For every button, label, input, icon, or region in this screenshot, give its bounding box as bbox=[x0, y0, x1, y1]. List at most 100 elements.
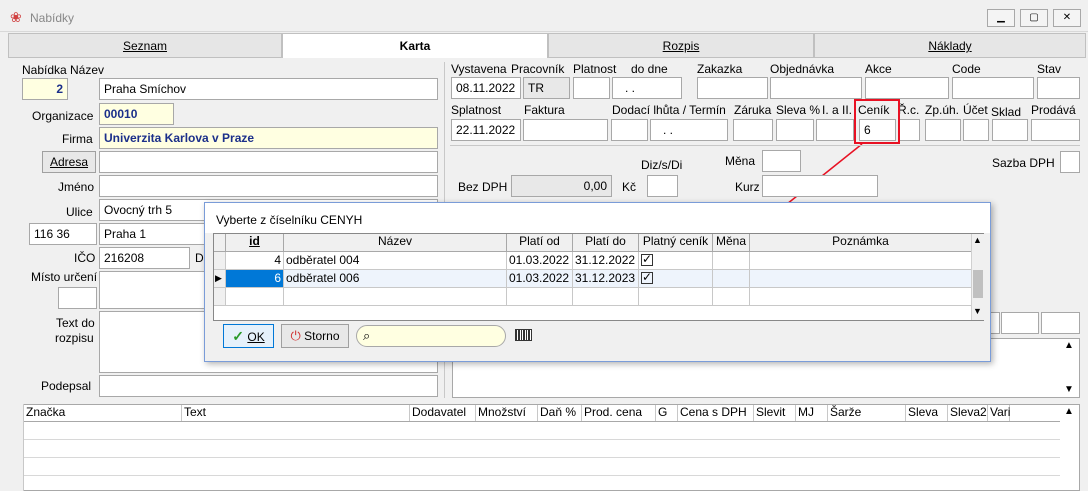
kurz-field[interactable] bbox=[762, 175, 878, 197]
checkbox-checked-icon[interactable] bbox=[641, 270, 653, 284]
dodaci-lhuta-field[interactable] bbox=[611, 119, 648, 141]
note-scroll-down-icon[interactable]: ▼ bbox=[1064, 384, 1074, 395]
items-grid-scroll-up-icon[interactable]: ▲ bbox=[1064, 406, 1074, 417]
ok-button[interactable]: ✓ OK bbox=[223, 324, 274, 348]
scroll-down-icon[interactable]: ▼ bbox=[973, 306, 982, 316]
tab-karta[interactable]: Karta bbox=[282, 33, 548, 58]
tab-seznam[interactable]: Seznam bbox=[8, 33, 282, 58]
splatnost-field[interactable]: 22.11.2022 bbox=[451, 119, 521, 141]
podepsal-field[interactable] bbox=[99, 375, 438, 397]
cell-nazev[interactable]: odběratel 004 bbox=[284, 252, 507, 270]
do-dne-field[interactable]: . . bbox=[612, 77, 682, 99]
cell-platny-cenik[interactable] bbox=[639, 252, 713, 270]
sazba-dph-field[interactable] bbox=[1060, 151, 1080, 173]
empty-cell[interactable] bbox=[573, 288, 639, 306]
col-znacka[interactable]: Značka bbox=[24, 405, 182, 422]
tab-rozpis[interactable]: Rozpis bbox=[548, 33, 814, 58]
psc-field[interactable]: 116 36 bbox=[29, 223, 97, 245]
col-cena-s-dph[interactable]: Cena s DPH bbox=[678, 405, 754, 422]
diz-field[interactable] bbox=[647, 175, 678, 197]
col-dodavatel[interactable]: Dodavatel bbox=[410, 405, 476, 422]
search-box[interactable]: ⌕ bbox=[356, 325, 506, 347]
col-mnozstvi[interactable]: Množství bbox=[476, 405, 538, 422]
barcode-icon[interactable] bbox=[515, 329, 532, 341]
col-sleva[interactable]: Sleva bbox=[906, 405, 948, 422]
empty-cell[interactable] bbox=[713, 288, 750, 306]
nazev-field[interactable]: Praha Smíchov bbox=[99, 78, 438, 100]
row-indicator[interactable] bbox=[214, 288, 226, 306]
l-a-ll-field[interactable] bbox=[816, 119, 854, 141]
col-text[interactable]: Text bbox=[182, 405, 410, 422]
col-mj[interactable]: MJ bbox=[796, 405, 828, 422]
nabidka-number-field[interactable]: 2 bbox=[22, 78, 68, 100]
empty-cell[interactable] bbox=[507, 288, 573, 306]
code-field[interactable] bbox=[952, 77, 1034, 99]
scroll-up-icon[interactable]: ▲ bbox=[973, 235, 982, 245]
empty-cell[interactable] bbox=[226, 288, 284, 306]
zaruka-field[interactable] bbox=[733, 119, 773, 141]
cell-mena[interactable] bbox=[713, 270, 750, 288]
hidden-field-1[interactable] bbox=[990, 312, 1000, 334]
col-sleva2[interactable]: Sleva2 bbox=[948, 405, 988, 422]
hidden-field-3[interactable] bbox=[1041, 312, 1080, 334]
sleva-field[interactable] bbox=[776, 119, 814, 141]
minimize-button[interactable]: ▁ bbox=[987, 9, 1015, 27]
empty-cell[interactable] bbox=[750, 288, 972, 306]
col-plati-od[interactable]: Platí od bbox=[507, 234, 573, 252]
adresa-field[interactable] bbox=[99, 151, 438, 173]
cell-nazev[interactable]: odběratel 006 bbox=[284, 270, 507, 288]
zakazka-field[interactable] bbox=[697, 77, 768, 99]
adresa-button[interactable]: Adresa bbox=[42, 151, 96, 173]
zpuh-field[interactable] bbox=[925, 119, 961, 141]
cell-plati-do[interactable]: 31.12.2022 bbox=[573, 252, 639, 270]
rc-field[interactable] bbox=[898, 119, 920, 141]
checkbox-checked-icon[interactable] bbox=[641, 252, 653, 266]
platnost-field[interactable] bbox=[573, 77, 610, 99]
storno-button[interactable]: ⏻ Storno bbox=[281, 324, 349, 348]
organizace-field[interactable]: 00010 bbox=[99, 103, 174, 125]
ucet-field[interactable] bbox=[963, 119, 989, 141]
search-input[interactable] bbox=[379, 328, 499, 344]
col-prod-cena[interactable]: Prod. cena bbox=[582, 405, 656, 422]
col-slevit[interactable]: Slevit bbox=[754, 405, 796, 422]
firma-field[interactable]: Univerzita Karlova v Praze bbox=[99, 127, 438, 149]
scroll-thumb[interactable] bbox=[973, 270, 983, 298]
cell-plati-od[interactable]: 01.03.2022 bbox=[507, 252, 573, 270]
empty-cell[interactable] bbox=[284, 288, 507, 306]
akce-field[interactable] bbox=[865, 77, 949, 99]
close-button[interactable]: ✕ bbox=[1053, 9, 1081, 27]
cell-mena[interactable] bbox=[713, 252, 750, 270]
pracovnik-field[interactable]: TR bbox=[523, 77, 570, 99]
stav-field[interactable] bbox=[1037, 77, 1080, 99]
prodava-field[interactable] bbox=[1031, 119, 1080, 141]
col-nazev[interactable]: Název bbox=[284, 234, 507, 252]
note-scroll-up-icon[interactable]: ▲ bbox=[1064, 340, 1074, 351]
col-vari[interactable]: Vari bbox=[988, 405, 1010, 422]
sklad-field[interactable] bbox=[992, 119, 1028, 141]
jmeno-field[interactable] bbox=[99, 175, 438, 197]
row-indicator[interactable] bbox=[214, 252, 226, 270]
objednavka-field[interactable] bbox=[770, 77, 862, 99]
misto-urceni-small-field[interactable] bbox=[58, 287, 97, 309]
col-sarze[interactable]: Šarže bbox=[828, 405, 906, 422]
tab-naklady[interactable]: Náklady bbox=[814, 33, 1086, 58]
cell-id-selected[interactable]: 6 bbox=[226, 270, 284, 288]
bez-dph-field[interactable]: 0,00 bbox=[511, 175, 612, 197]
mena-field[interactable] bbox=[762, 150, 801, 172]
col-mena[interactable]: Měna bbox=[713, 234, 750, 252]
cell-poznamka[interactable] bbox=[750, 270, 972, 288]
cell-plati-do[interactable]: 31.12.2023 bbox=[573, 270, 639, 288]
cenik-grid[interactable]: id Název Platí od Platí do Platný ceník … bbox=[213, 233, 984, 321]
vystavena-field[interactable]: 08.11.2022 bbox=[451, 77, 521, 99]
cell-id[interactable]: 4 bbox=[226, 252, 284, 270]
maximize-button[interactable]: ▢ bbox=[1020, 9, 1048, 27]
col-plati-do[interactable]: Platí do bbox=[573, 234, 639, 252]
col-dan[interactable]: Daň % bbox=[538, 405, 582, 422]
hidden-field-2[interactable] bbox=[1001, 312, 1039, 334]
col-poznamka[interactable]: Poznámka bbox=[750, 234, 972, 252]
cell-platny-cenik[interactable] bbox=[639, 270, 713, 288]
cell-plati-od[interactable]: 01.03.2022 bbox=[507, 270, 573, 288]
row-indicator-current[interactable]: ▶ bbox=[214, 270, 226, 288]
empty-cell[interactable] bbox=[639, 288, 713, 306]
cell-poznamka[interactable] bbox=[750, 252, 972, 270]
